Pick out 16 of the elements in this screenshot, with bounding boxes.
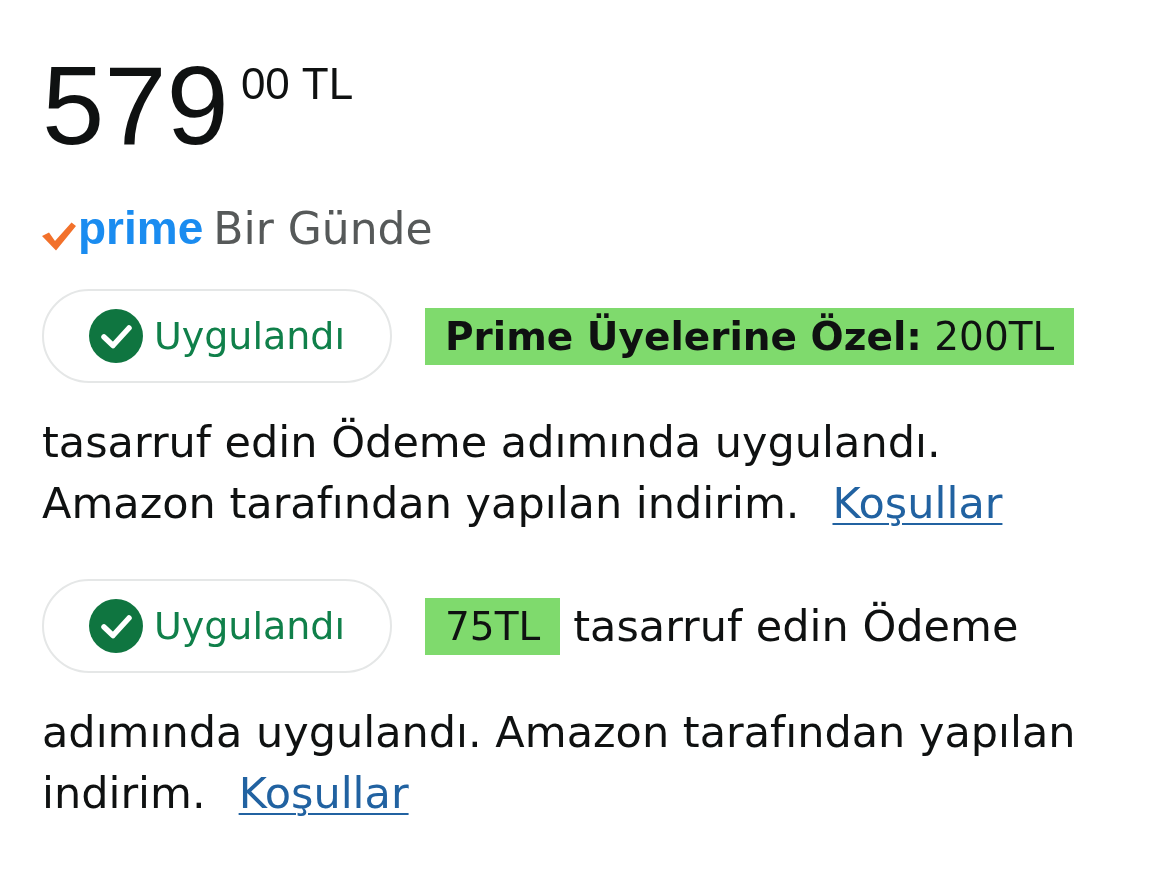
price-decimals: 00	[240, 62, 290, 106]
currency-code: TL	[301, 62, 354, 106]
terms-link[interactable]: Koşullar	[832, 478, 1003, 528]
check-circle-icon	[88, 309, 143, 363]
discount-highlight: Prime Üyelerine Özel: 200TL	[425, 307, 1075, 365]
applied-button[interactable]: Uygulandı	[42, 289, 392, 383]
price-integer: 579	[42, 50, 229, 162]
savings-text: tasarruf edin Ödeme	[573, 601, 1019, 651]
coupon-description: adımında uygulandı. Amazon tarafından yapılan indirim. Koşullar	[42, 706, 1077, 820]
check-circle-icon	[88, 599, 143, 653]
applied-button[interactable]: Uygulandı	[42, 579, 392, 673]
terms-link[interactable]: Koşullar	[238, 768, 409, 818]
checkmark-icon	[42, 221, 76, 251]
delivery-speed-text: Bir Günde	[213, 207, 433, 251]
coupon-description: tasarruf edin Ödeme adımında uygulandı. Amazon tarafından yapılan indirim. Koşullar	[42, 416, 1004, 530]
discount-highlight: 75TL	[425, 597, 561, 655]
